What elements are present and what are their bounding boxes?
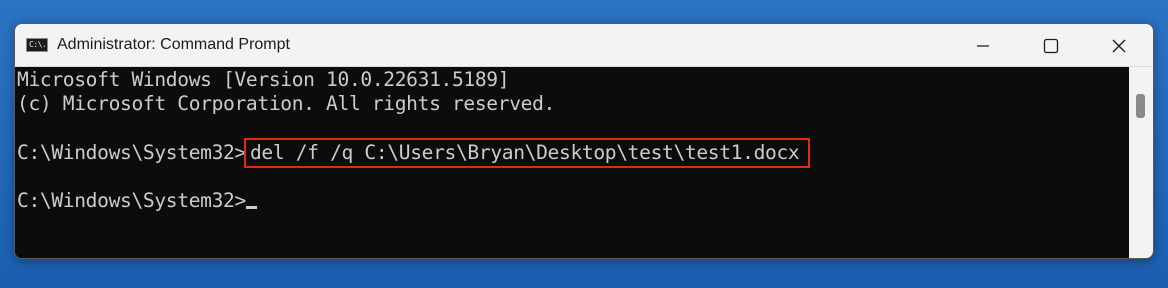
vertical-scrollbar[interactable] (1129, 67, 1153, 258)
console-line-copyright: (c) Microsoft Corporation. All rights re… (17, 92, 555, 115)
text-cursor (245, 206, 257, 209)
console-line-version: Microsoft Windows [Version 10.0.22631.51… (17, 68, 510, 91)
maximize-icon (1043, 38, 1059, 53)
title-bar[interactable]: C:\. Administrator: Command Prompt (15, 24, 1153, 67)
close-icon (1112, 39, 1126, 52)
console-command-line: C:\Windows\System32> del /f /q C:\Users\B… (17, 138, 811, 168)
highlighted-command: del /f /q C:\Users\Bryan\Desktop\test\te… (243, 138, 811, 168)
scrollbar-thumb[interactable] (1136, 94, 1145, 118)
cmd-icon-text: C:\. (29, 40, 47, 49)
console-active-prompt[interactable]: C:\Windows\System32> (17, 189, 257, 213)
window-title: Administrator: Command Prompt (57, 36, 290, 53)
window-controls (949, 24, 1153, 67)
maximize-button[interactable] (1017, 24, 1085, 67)
close-button[interactable] (1085, 24, 1153, 67)
command-prompt-window: C:\. Administrator: Command Prompt Micro… (14, 23, 1154, 259)
minimize-icon (977, 44, 989, 47)
console-output[interactable]: Microsoft Windows [Version 10.0.22631.51… (15, 67, 1129, 258)
prompt-text-current: C:\Windows\System32> (17, 189, 246, 212)
prompt-text: C:\Windows\System32> (17, 141, 246, 164)
cmd-icon: C:\. (26, 38, 48, 52)
minimize-button[interactable] (949, 24, 1017, 67)
